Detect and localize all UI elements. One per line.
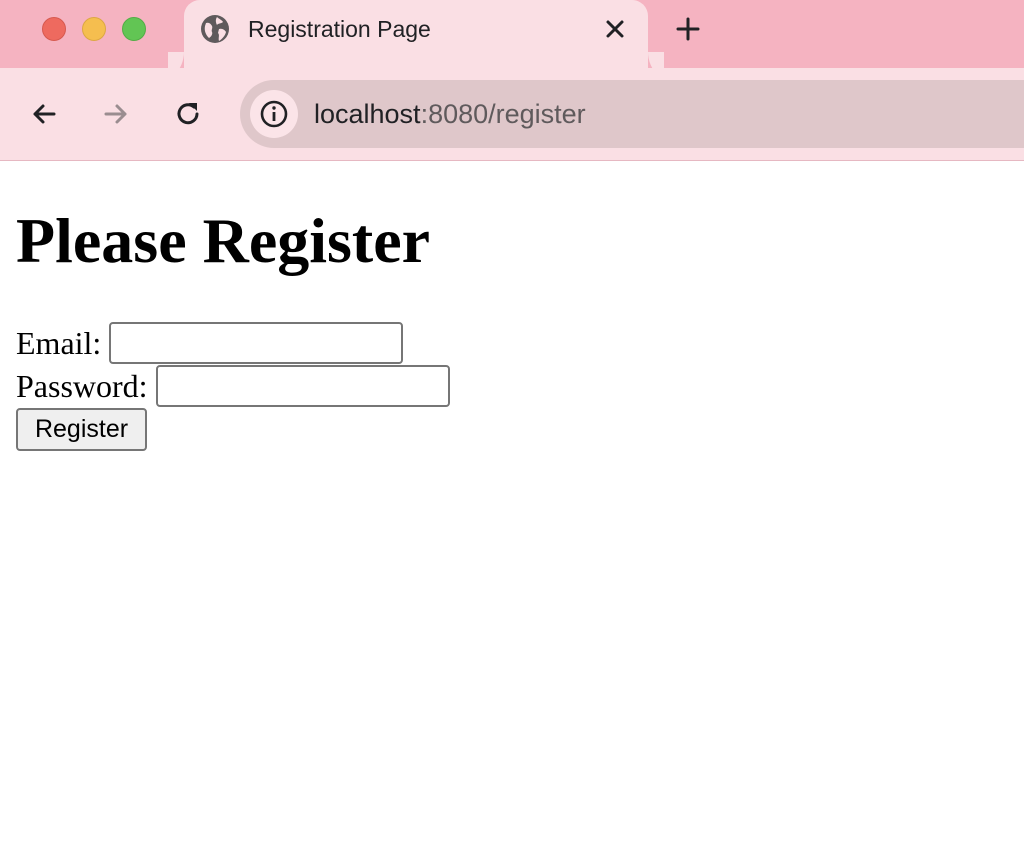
window-close-button[interactable]: [42, 17, 66, 41]
plus-icon[interactable]: [672, 13, 704, 45]
browser-toolbar: localhost:8080/register: [0, 68, 1024, 161]
window-minimize-button[interactable]: [82, 17, 106, 41]
tab-title: Registration Page: [248, 16, 431, 42]
site-info-button[interactable]: [250, 90, 298, 138]
info-icon: [260, 100, 288, 128]
forward-arrow-icon[interactable]: [100, 98, 132, 130]
email-row: Email:: [16, 322, 404, 364]
url-text[interactable]: localhost:8080/register: [314, 98, 586, 130]
email-label: Email:: [16, 324, 102, 361]
address-bar[interactable]: localhost:8080/register: [240, 80, 1024, 148]
tab-strip: Registration Page: [0, 0, 1024, 68]
tab-registration[interactable]: Registration Page: [184, 0, 648, 68]
globe-icon: [201, 15, 229, 43]
register-button[interactable]: Register: [16, 408, 147, 451]
page-title: Please Register: [16, 205, 431, 276]
email-field[interactable]: [109, 322, 404, 364]
close-icon[interactable]: [600, 14, 630, 44]
url-path: :8080/register: [420, 99, 586, 129]
url-host: localhost: [314, 99, 421, 129]
window-maximize-button[interactable]: [122, 17, 146, 41]
reload-icon[interactable]: [172, 98, 204, 130]
tab-edge-left: [168, 52, 184, 68]
password-row: Password:: [16, 365, 450, 407]
back-arrow-icon[interactable]: [28, 98, 60, 130]
password-field[interactable]: [155, 365, 450, 407]
tab-edge-right: [648, 52, 664, 68]
password-label: Password:: [16, 367, 148, 404]
